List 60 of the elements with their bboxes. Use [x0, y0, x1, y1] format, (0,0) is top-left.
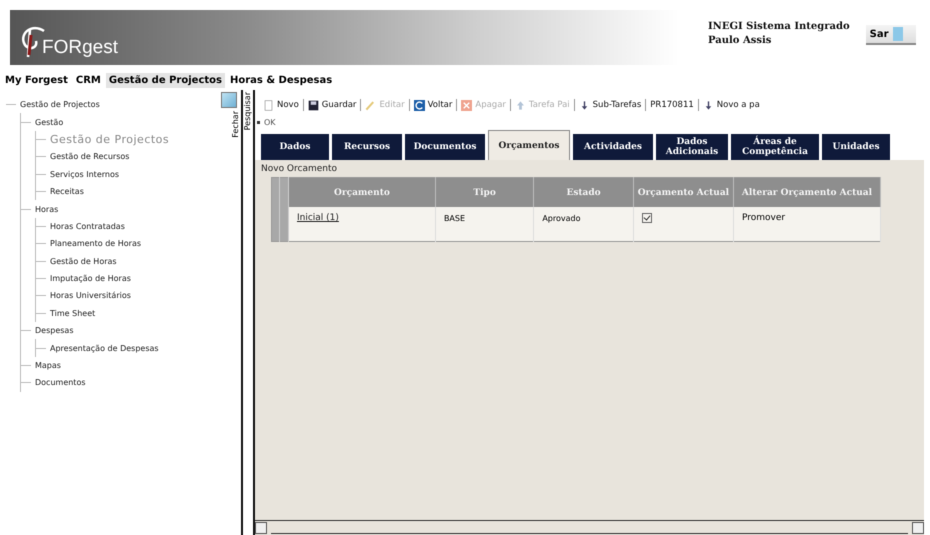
tree-item[interactable]: Horas [35, 204, 58, 214]
tab[interactable]: Dados Adicionais [656, 134, 728, 160]
table-cell: Promover [733, 207, 880, 229]
tree-item[interactable]: Gestão de Horas [50, 256, 117, 266]
toolbar-button[interactable]: Novo [259, 100, 303, 110]
tree-item[interactable]: Horas Contratadas [50, 222, 125, 231]
tree-item[interactable]: Imputação de Horas [50, 274, 131, 284]
tree-item[interactable]: Despesas [35, 326, 74, 336]
user-name: Paulo Assis [708, 34, 772, 48]
table-cell: Aprovado [534, 207, 634, 229]
budget-link[interactable]: Inicial (1) [296, 213, 339, 223]
toolbar-button[interactable]: PR170811 [646, 100, 698, 110]
toolbar-button[interactable]: Voltar [410, 100, 456, 110]
toolbar-button[interactable]: Sub-Tarefas [574, 100, 646, 110]
section-title: Novo Orcamento [261, 164, 338, 174]
tree-item[interactable]: Gestão de Recursos [50, 152, 130, 162]
tab[interactable]: Orçamentos [488, 130, 570, 160]
side-tab[interactable]: Pesquisar [243, 90, 252, 132]
menu-tab[interactable]: CRM [72, 72, 104, 88]
tree-item[interactable]: Gestão de Projectos [20, 100, 100, 110]
tree-item[interactable]: Receitas [50, 187, 84, 196]
table-cell: BASE [435, 207, 534, 229]
column-header: Estado [534, 178, 634, 207]
tree-item[interactable]: Documentos [35, 378, 86, 388]
up-arrow-icon [514, 100, 526, 110]
delete-icon [461, 100, 472, 110]
column-header: Orçamento Actual [633, 178, 734, 207]
column-header: Tipo [435, 178, 534, 207]
column-header: Alterar Orçamento Actual [733, 178, 880, 207]
tree-item[interactable]: Gestão [35, 118, 64, 127]
tree-item[interactable]: Horas Universitários [50, 291, 131, 300]
exit-button[interactable]: Sar [866, 25, 916, 45]
menu-tab[interactable]: Horas & Despesas [226, 72, 336, 88]
tab[interactable]: Dados [261, 134, 329, 160]
page-icon [263, 100, 274, 110]
tab[interactable]: Áreas de Competência [731, 134, 819, 160]
organization-name: INEGI Sistema Integrado [708, 20, 850, 34]
horizontal-scrollbar[interactable] [255, 520, 924, 535]
collapse-icon[interactable] [221, 92, 238, 108]
tree-item[interactable]: Gestão de Projectos [50, 132, 170, 146]
checkbox[interactable] [642, 213, 652, 223]
status-text: OK [264, 118, 276, 126]
tab[interactable]: Actividades [573, 134, 653, 160]
tree-item[interactable]: Mapas [35, 361, 61, 370]
column-header: Orçamento [288, 178, 436, 207]
menu-tab[interactable]: Gestão de Projectos [106, 72, 225, 88]
tab[interactable]: Unidades [822, 134, 890, 160]
menu-tab[interactable]: My Forgest [2, 72, 71, 88]
tree-item[interactable]: Serviços Internos [50, 170, 120, 179]
toolbar-button[interactable]: Novo a pa [698, 100, 764, 110]
tab[interactable]: Documentos [405, 134, 485, 160]
tree-item[interactable]: Planeamento de Horas [50, 239, 142, 248]
logo-text: FORgest [42, 37, 118, 59]
side-tab[interactable]: Fechar [230, 109, 240, 140]
tab[interactable]: Recursos [332, 134, 402, 160]
pencil-icon [365, 100, 376, 110]
tree-item[interactable]: Time Sheet [50, 308, 96, 318]
tree-item[interactable]: Apresentação de Despesas [50, 344, 159, 353]
back-icon [414, 100, 425, 110]
toolbar-button[interactable]: Guardar [304, 100, 360, 110]
